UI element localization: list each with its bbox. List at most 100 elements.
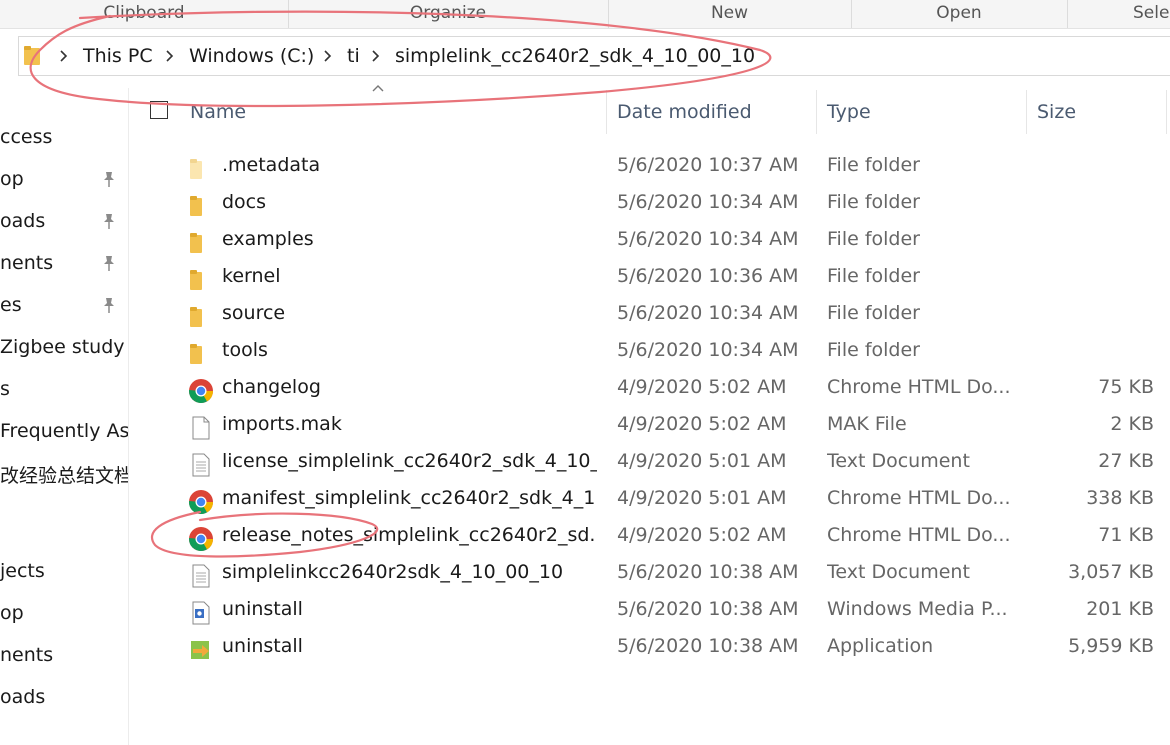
file-row[interactable]: tools 5/6/2020 10:34 AM File folder bbox=[140, 333, 1170, 370]
file-size: 5,959 KB bbox=[1068, 635, 1154, 657]
file-date: 5/6/2020 10:34 AM bbox=[617, 339, 799, 361]
text-file-icon bbox=[192, 453, 210, 477]
chevron-right-icon[interactable] bbox=[371, 50, 381, 62]
file-date: 5/6/2020 10:34 AM bbox=[617, 191, 799, 213]
file-date: 4/9/2020 5:02 AM bbox=[617, 524, 787, 546]
file-date: 5/6/2020 10:38 AM bbox=[617, 561, 799, 583]
column-header-name[interactable]: Name bbox=[190, 90, 605, 134]
file-name: .metadata bbox=[222, 154, 321, 176]
column-divider[interactable] bbox=[606, 90, 607, 134]
select-all-checkbox[interactable] bbox=[150, 101, 168, 119]
file-row[interactable]: .metadata 5/6/2020 10:37 AM File folder bbox=[140, 148, 1170, 185]
file-row[interactable]: changelog 4/9/2020 5:02 AM Chrome HTML D… bbox=[140, 370, 1170, 407]
file-name: uninstall bbox=[222, 598, 303, 620]
file-date: 4/9/2020 5:01 AM bbox=[617, 487, 787, 509]
chrome-icon bbox=[189, 490, 213, 515]
file-type: Text Document bbox=[827, 561, 970, 583]
column-divider[interactable] bbox=[1026, 90, 1027, 134]
file-row[interactable]: license_simplelink_cc2640r2_sdk_4_10_...… bbox=[140, 444, 1170, 481]
folder-icon bbox=[190, 307, 202, 327]
file-date: 5/6/2020 10:34 AM bbox=[617, 228, 799, 250]
file-row[interactable]: examples 5/6/2020 10:34 AM File folder bbox=[140, 222, 1170, 259]
file-type: File folder bbox=[827, 339, 920, 361]
ribbon-group-open[interactable]: Open bbox=[851, 0, 1068, 28]
file-date: 5/6/2020 10:38 AM bbox=[617, 635, 799, 657]
pin-icon[interactable] bbox=[100, 254, 118, 272]
pin-icon[interactable] bbox=[100, 170, 118, 188]
file-date: 5/6/2020 10:34 AM bbox=[617, 302, 799, 324]
file-type: Chrome HTML Do... bbox=[827, 487, 1011, 509]
file-date: 5/6/2020 10:38 AM bbox=[617, 598, 799, 620]
file-size: 75 KB bbox=[1098, 376, 1154, 398]
nav-item-downloads-2[interactable]: oads bbox=[0, 686, 45, 716]
file-type: MAK File bbox=[827, 413, 907, 435]
file-type: Windows Media P... bbox=[827, 598, 1008, 620]
file-row[interactable]: source 5/6/2020 10:34 AM File folder bbox=[140, 296, 1170, 333]
file-row[interactable]: uninstall 5/6/2020 10:38 AM Application … bbox=[140, 629, 1170, 666]
column-header-type[interactable]: Type bbox=[827, 90, 1025, 134]
file-type: File folder bbox=[827, 228, 920, 250]
nav-item-desktop-2[interactable]: op bbox=[0, 602, 24, 632]
nav-item-folder-s[interactable]: s bbox=[0, 378, 10, 408]
file-type: File folder bbox=[827, 302, 920, 324]
nav-item-pictures[interactable]: es bbox=[0, 294, 22, 324]
file-row[interactable]: docs 5/6/2020 10:34 AM File folder bbox=[140, 185, 1170, 222]
file-date: 4/9/2020 5:01 AM bbox=[617, 450, 787, 472]
file-row[interactable]: kernel 5/6/2020 10:36 AM File folder bbox=[140, 259, 1170, 296]
navigation-pane: ccess op oads nents es Zigbee study s Fr… bbox=[0, 88, 129, 745]
chrome-icon bbox=[189, 379, 213, 404]
column-divider[interactable] bbox=[1166, 90, 1167, 134]
nav-item-frequently-asked[interactable]: Frequently As bbox=[0, 420, 128, 450]
column-header-date-modified[interactable]: Date modified bbox=[617, 90, 815, 134]
pin-icon[interactable] bbox=[100, 296, 118, 314]
column-header-size[interactable]: Size bbox=[1037, 90, 1157, 134]
file-type: Chrome HTML Do... bbox=[827, 524, 1011, 546]
ribbon-group-select[interactable]: Selec bbox=[1067, 0, 1170, 28]
chevron-right-icon[interactable] bbox=[59, 50, 69, 62]
file-row[interactable]: manifest_simplelink_cc2640r2_sdk_4_1... … bbox=[140, 481, 1170, 518]
folder-light-icon bbox=[190, 159, 202, 179]
file-name: source bbox=[222, 302, 286, 324]
file-name: simplelinkcc2640r2sdk_4_10_00_10 bbox=[222, 561, 564, 583]
nav-item-chinese-folder[interactable]: 改经验总结文档 bbox=[0, 461, 128, 491]
file-size: 71 KB bbox=[1098, 524, 1154, 546]
chevron-right-icon[interactable] bbox=[323, 50, 333, 62]
file-row[interactable]: uninstall 5/6/2020 10:38 AM Windows Medi… bbox=[140, 592, 1170, 629]
nav-item-3d-objects[interactable]: jects bbox=[0, 560, 45, 590]
ribbon-group-clipboard[interactable]: Clipboard bbox=[0, 0, 289, 28]
nav-item-documents-2[interactable]: nents bbox=[0, 644, 53, 674]
nav-item-desktop[interactable]: op bbox=[0, 168, 24, 198]
ribbon-group-organize[interactable]: Organize bbox=[288, 0, 609, 28]
file-type: Chrome HTML Do... bbox=[827, 376, 1011, 398]
ribbon-bar: Clipboard Organize New Open Selec bbox=[0, 0, 1170, 29]
folder-icon bbox=[190, 270, 202, 290]
pin-icon[interactable] bbox=[100, 212, 118, 230]
file-name: docs bbox=[222, 191, 267, 213]
nav-item-zigbee-study[interactable]: Zigbee study bbox=[0, 336, 125, 366]
ribbon-group-new[interactable]: New bbox=[608, 0, 852, 28]
chrome-icon bbox=[189, 527, 213, 552]
chevron-right-icon[interactable] bbox=[165, 50, 175, 62]
breadcrumb-this-pc[interactable]: This PC bbox=[83, 45, 153, 67]
file-name: tools bbox=[222, 339, 268, 361]
installer-app-icon bbox=[191, 641, 209, 659]
file-name: examples bbox=[222, 228, 314, 250]
file-name: license_simplelink_cc2640r2_sdk_4_10_... bbox=[222, 450, 597, 472]
breadcrumb-sdk-folder[interactable]: simplelink_cc2640r2_sdk_4_10_00_10 bbox=[395, 45, 755, 67]
file-name: uninstall bbox=[222, 635, 303, 657]
address-bar[interactable]: This PC Windows (C:) ti simplelink_cc264… bbox=[18, 36, 1170, 76]
column-divider[interactable] bbox=[816, 90, 817, 134]
file-name: manifest_simplelink_cc2640r2_sdk_4_1... bbox=[222, 487, 597, 509]
file-row[interactable]: release_notes_simplelink_cc2640r2_sd... … bbox=[140, 518, 1170, 555]
nav-item-quick-access[interactable]: ccess bbox=[0, 126, 52, 156]
breadcrumb-ti[interactable]: ti bbox=[347, 45, 360, 67]
file-row[interactable]: simplelinkcc2640r2sdk_4_10_00_10 5/6/202… bbox=[140, 555, 1170, 592]
breadcrumb-windows-c[interactable]: Windows (C:) bbox=[189, 45, 314, 67]
nav-item-documents[interactable]: nents bbox=[0, 252, 53, 282]
nav-item-downloads[interactable]: oads bbox=[0, 210, 45, 240]
file-name: release_notes_simplelink_cc2640r2_sd... bbox=[222, 524, 597, 546]
file-row[interactable]: imports.mak 4/9/2020 5:02 AM MAK File 2 … bbox=[140, 407, 1170, 444]
file-name: imports.mak bbox=[222, 413, 342, 435]
file-date: 4/9/2020 5:02 AM bbox=[617, 413, 787, 435]
file-size: 3,057 KB bbox=[1068, 561, 1154, 583]
